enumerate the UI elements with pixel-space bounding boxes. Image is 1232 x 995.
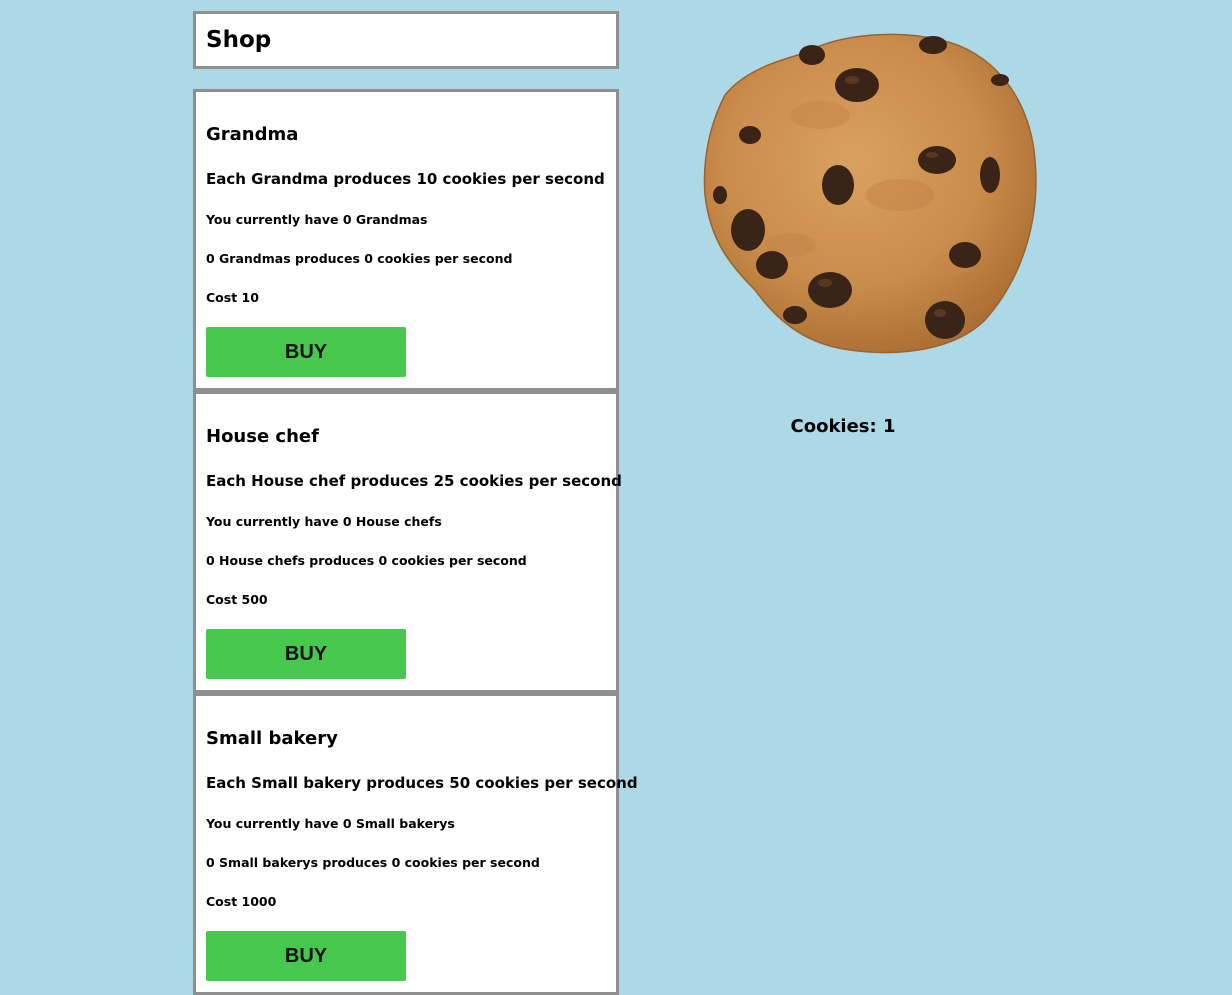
- shop-item-grandma: Grandma Each Grandma produces 10 cookies…: [193, 89, 619, 391]
- shop-title: Shop: [206, 27, 272, 53]
- item-name: Small bakery: [206, 728, 338, 749]
- item-total: 0 Grandmas produces 0 cookies per second: [206, 251, 513, 266]
- item-rate: Each House chef produces 25 cookies per …: [206, 472, 622, 490]
- item-cost: Cost 10: [206, 290, 259, 305]
- item-rate: Each Grandma produces 10 cookies per sec…: [206, 170, 605, 188]
- item-name: House chef: [206, 426, 319, 447]
- item-cost: Cost 1000: [206, 894, 277, 909]
- cookie-counter: Cookies: 1: [790, 416, 896, 437]
- shop-list: Grandma Each Grandma produces 10 cookies…: [193, 89, 638, 995]
- buy-grandma-button[interactable]: BUY: [206, 327, 406, 377]
- item-owned: You currently have 0 House chefs: [206, 514, 442, 529]
- item-owned: You currently have 0 Grandmas: [206, 212, 428, 227]
- shop-header: Shop: [193, 11, 619, 69]
- shop-item-house-chef: House chef Each House chef produces 25 c…: [193, 391, 622, 693]
- buy-house-chef-button[interactable]: BUY: [206, 629, 406, 679]
- item-total: 0 House chefs produces 0 cookies per sec…: [206, 553, 527, 568]
- item-owned: You currently have 0 Small bakerys: [206, 816, 455, 831]
- shop-item-small-bakery: Small bakery Each Small bakery produces …: [193, 693, 638, 995]
- item-cost: Cost 500: [206, 592, 268, 607]
- cookie-icon[interactable]: [700, 25, 1040, 360]
- cookie-graphic: [703, 33, 1037, 354]
- buy-small-bakery-button[interactable]: BUY: [206, 931, 406, 981]
- item-rate: Each Small bakery produces 50 cookies pe…: [206, 774, 638, 792]
- item-name: Grandma: [206, 124, 299, 145]
- item-total: 0 Small bakerys produces 0 cookies per s…: [206, 855, 540, 870]
